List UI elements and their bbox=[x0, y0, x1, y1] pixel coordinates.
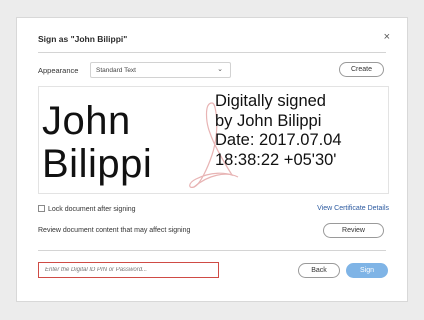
lock-checkbox[interactable] bbox=[38, 205, 45, 212]
pin-password-input[interactable] bbox=[38, 262, 219, 278]
signature-detail-line: Digitally signed bbox=[215, 92, 326, 110]
appearance-selected-value: Standard Text bbox=[96, 67, 136, 74]
dialog-title: Sign as "John Bilippi" bbox=[38, 34, 128, 44]
signature-name-first: John bbox=[42, 99, 131, 143]
back-button[interactable]: Back bbox=[298, 263, 340, 278]
sign-button[interactable]: Sign bbox=[346, 263, 388, 278]
close-icon[interactable]: × bbox=[384, 31, 390, 43]
create-button[interactable]: Create bbox=[339, 62, 384, 77]
review-button[interactable]: Review bbox=[323, 223, 384, 238]
review-description: Review document content that may affect … bbox=[38, 227, 191, 234]
view-certificate-link[interactable]: View Certificate Details bbox=[317, 205, 389, 212]
signature-detail-line: by John Bilippi bbox=[215, 111, 322, 130]
signature-detail-line: Date: 2017.07.04 bbox=[215, 131, 342, 149]
signature-detail-line: 18:38:22 +05'30' bbox=[215, 150, 337, 169]
chevron-down-icon: ⌄ bbox=[217, 66, 223, 73]
signature-name-last: Bilippi bbox=[42, 142, 153, 186]
divider bbox=[38, 52, 386, 53]
sign-dialog: Sign as "John Bilippi" × Appearance Stan… bbox=[16, 17, 408, 302]
divider bbox=[38, 250, 386, 251]
signature-preview: John Bilippi Digitally signed by John Bi… bbox=[38, 86, 389, 194]
lock-document-option[interactable]: Lock document after signing bbox=[38, 205, 136, 213]
signature-details: Digitally signed by John Bilippi Date: 2… bbox=[215, 92, 388, 170]
appearance-label: Appearance bbox=[38, 66, 79, 75]
lock-label: Lock document after signing bbox=[48, 206, 136, 213]
appearance-dropdown[interactable]: Standard Text ⌄ bbox=[90, 62, 231, 78]
